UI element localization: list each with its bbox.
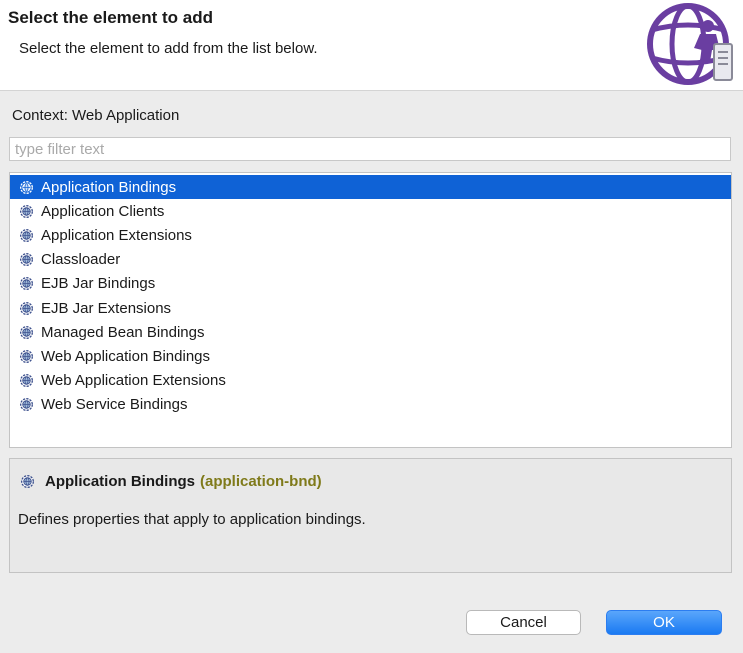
context-label: Context: Web Application: [12, 107, 180, 124]
gear-globe-icon: [20, 229, 33, 242]
list-item[interactable]: Web Application Extensions: [10, 369, 731, 393]
list-item-label: Managed Bean Bindings: [41, 323, 205, 341]
gear-globe-icon: [20, 204, 33, 218]
gear-globe-icon: [20, 349, 33, 363]
list-item-label: Web Application Bindings: [41, 347, 210, 365]
details-title: Application Bindings (application-bnd): [20, 473, 322, 490]
list-item-label: EJB Jar Extensions: [41, 299, 172, 317]
list-item[interactable]: EJB Jar Bindings: [10, 272, 731, 296]
header-title: Select the element to add: [8, 8, 213, 27]
list-item[interactable]: Application Bindings: [10, 175, 731, 200]
list-item-label: Application Extensions: [41, 226, 192, 244]
gear-globe-icon: [20, 398, 33, 412]
details-description: Defines properties that apply to applica…: [18, 511, 366, 528]
list-item-label: Application Clients: [41, 202, 165, 220]
list-item[interactable]: Managed Bean Bindings: [10, 320, 731, 344]
list-item[interactable]: Application Extensions: [10, 223, 731, 247]
list-item-label: Web Application Extensions: [41, 372, 226, 390]
list-item[interactable]: Application Clients: [10, 199, 731, 223]
details-id: (application-bnd): [200, 473, 322, 490]
details-panel: Application Bindings (application-bnd) D…: [9, 458, 732, 573]
list-item[interactable]: Classloader: [10, 248, 731, 272]
list-item[interactable]: Web Application Bindings: [10, 344, 731, 368]
dialog-header: Select the element to add Select the ele…: [0, 0, 743, 91]
gear-globe-icon: [20, 253, 33, 267]
element-list[interactable]: Application Bindings Application Clients…: [9, 172, 732, 448]
list-item[interactable]: EJB Jar Extensions: [10, 296, 731, 320]
list-item-label: Web Service Bindings: [41, 396, 188, 414]
header-subtitle: Select the element to add from the list …: [19, 40, 318, 57]
gear-globe-icon: [20, 277, 33, 291]
gear-globe-icon: [20, 374, 33, 388]
filter-input[interactable]: [9, 137, 731, 161]
gear-globe-icon: [21, 475, 34, 488]
ok-button[interactable]: OK: [606, 610, 722, 635]
gear-globe-icon: [20, 301, 33, 315]
list-item-label: Application Bindings: [41, 178, 177, 196]
list-item[interactable]: Web Service Bindings: [10, 393, 731, 417]
cancel-button[interactable]: Cancel: [466, 610, 581, 635]
list-item-label: Classloader: [41, 251, 121, 269]
wizard-globe-icon: [647, 3, 733, 85]
gear-globe-icon: [20, 325, 33, 339]
list-item-label: EJB Jar Bindings: [41, 275, 156, 293]
gear-globe-icon: [20, 180, 33, 194]
details-name: Application Bindings: [45, 473, 195, 490]
